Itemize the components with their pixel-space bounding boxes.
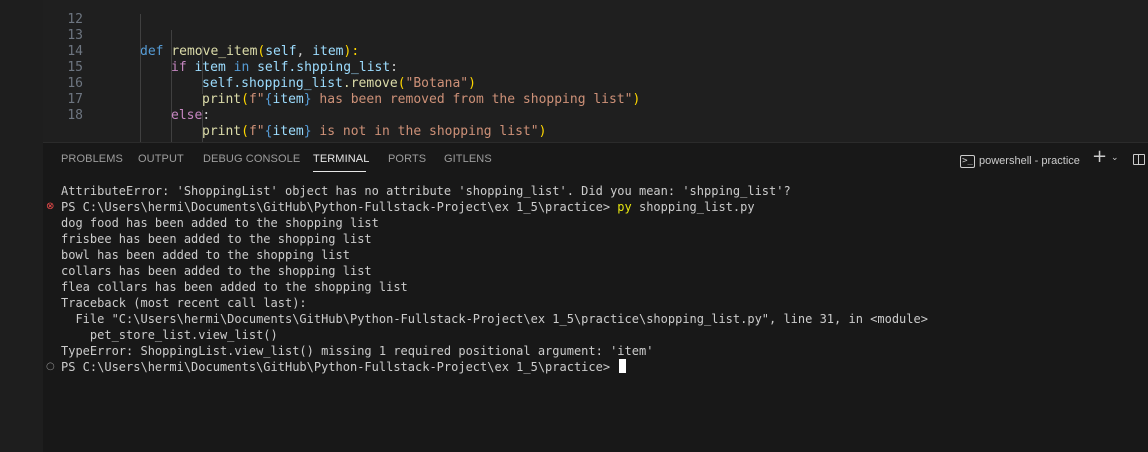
- tab-debug-console[interactable]: DEBUG CONSOLE: [203, 153, 300, 165]
- terminal-line: collars has been added to the shopping l…: [61, 264, 372, 278]
- terminal-line: TypeError: ShoppingList.view_list() miss…: [61, 344, 654, 358]
- terminal-line: Traceback (most recent call last):: [61, 296, 307, 310]
- code-line-15: 15 self.shopping_list.remove("Botana"): [43, 44, 1148, 91]
- code-editor[interactable]: 12 13 def remove_item(self, item): 14 if…: [43, 0, 1148, 142]
- terminal-name-label: powershell - practice: [979, 155, 1080, 167]
- code-line-18: 18 print(f"{item} is not in the shopping…: [43, 92, 1148, 139]
- terminal-prompt-line: PS C:\Users\hermi\Documents\GitHub\Pytho…: [61, 200, 755, 214]
- vscode-window: 12 13 def remove_item(self, item): 14 if…: [0, 0, 1148, 452]
- tab-problems[interactable]: PROBLEMS: [61, 153, 123, 165]
- tab-gitlens[interactable]: GITLENS: [444, 153, 492, 165]
- tab-ports[interactable]: PORTS: [388, 153, 426, 165]
- terminal-line: AttributeError: 'ShoppingList' object ha…: [61, 184, 791, 198]
- code-line-12: 12: [43, 0, 1148, 27]
- terminal-line: bowl has been added to the shopping list: [61, 248, 350, 262]
- idle-decoration-icon[interactable]: ○: [46, 359, 56, 375]
- terminal-line: frisbee has been added to the shopping l…: [61, 232, 372, 246]
- add-terminal-icon[interactable]: +: [1092, 148, 1107, 166]
- panel-tabs: PROBLEMS OUTPUT DEBUG CONSOLE TERMINAL P…: [43, 143, 1148, 177]
- code-line-19: 19: [43, 128, 1148, 142]
- line-number: 18: [67, 108, 83, 123]
- terminal-line: flea collars has been added to the shopp…: [61, 280, 408, 294]
- split-terminal-icon[interactable]: [1133, 154, 1145, 165]
- chevron-down-icon[interactable]: ⌄: [1111, 153, 1119, 163]
- activity-bar: [0, 0, 43, 452]
- terminal-output[interactable]: AttributeError: 'ShoppingList' object ha…: [43, 183, 1148, 452]
- code-line-17: 17 else:: [43, 76, 1148, 123]
- code-text: else:: [171, 108, 211, 123]
- tab-output[interactable]: OUTPUT: [138, 153, 184, 165]
- terminal-line: File "C:\Users\hermi\Documents\GitHub\Py…: [61, 312, 928, 326]
- active-tab-indicator: [313, 171, 366, 172]
- code-line-13: 13 def remove_item(self, item):: [43, 12, 1148, 59]
- terminal-prompt-line[interactable]: PS C:\Users\hermi\Documents\GitHub\Pytho…: [61, 359, 627, 375]
- bottom-panel: PROBLEMS OUTPUT DEBUG CONSOLE TERMINAL P…: [43, 142, 1148, 452]
- terminal-icon: >_: [960, 154, 975, 168]
- code-line-14: 14 if item in self.shpping_list:: [43, 28, 1148, 75]
- terminal-line: dog food has been added to the shopping …: [61, 216, 379, 230]
- code-line-16: 16 print(f"{item} has been removed from …: [43, 60, 1148, 107]
- terminal-selector[interactable]: >_ powershell - practice: [960, 152, 1080, 170]
- terminal-cursor: [619, 359, 627, 373]
- tab-terminal[interactable]: TERMINAL: [313, 153, 369, 165]
- terminal-line: pet_store_list.view_list(): [61, 328, 278, 342]
- error-decoration-icon[interactable]: ⊗: [46, 199, 56, 215]
